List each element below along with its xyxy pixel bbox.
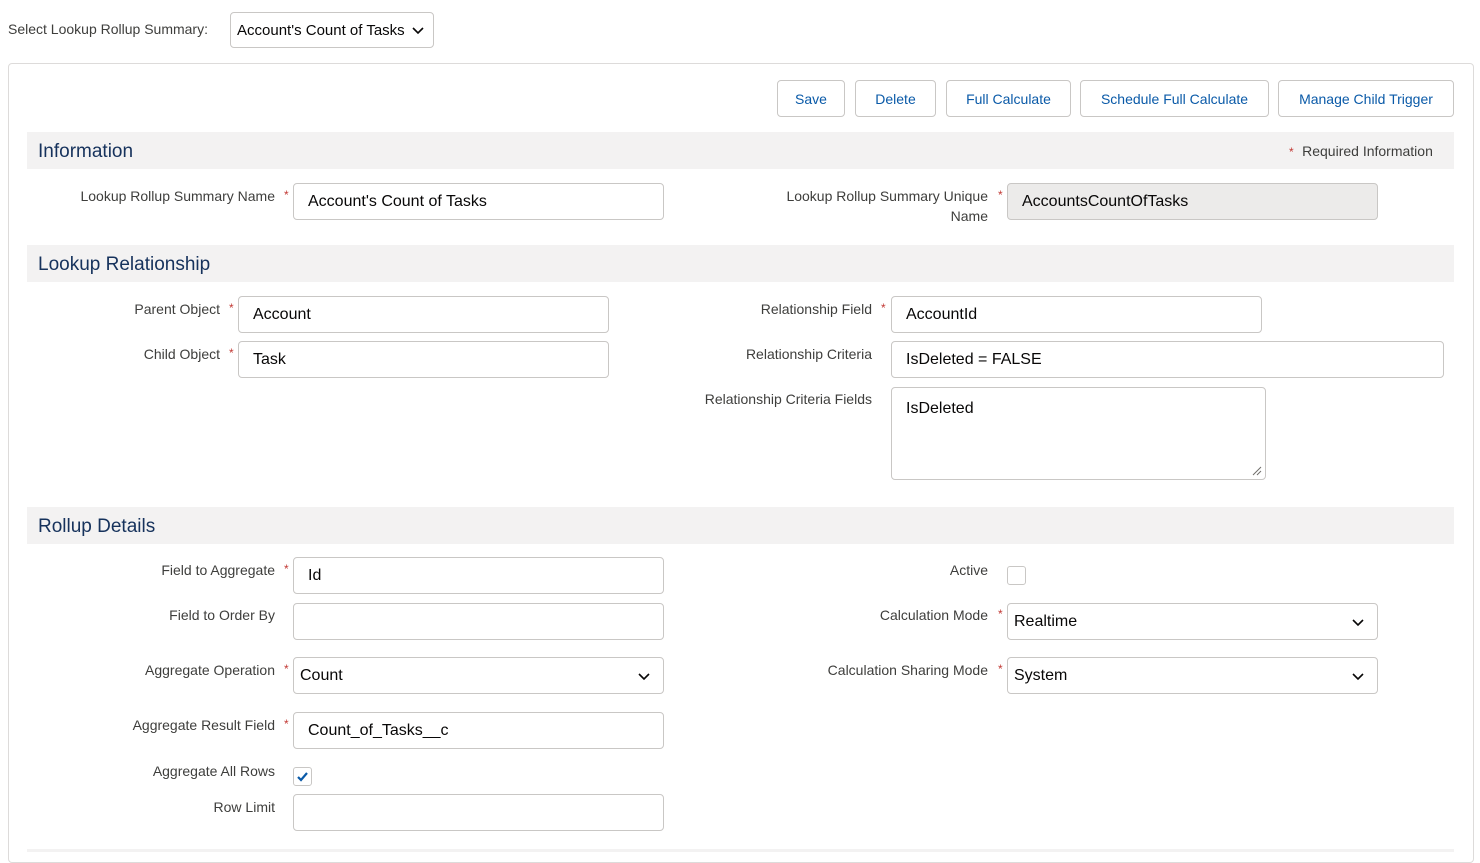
name-label: Lookup Rollup Summary Name xyxy=(80,188,275,204)
relationship-criteria-fields-label: Relationship Criteria Fields xyxy=(704,391,872,407)
relationship-field-label: Relationship Field xyxy=(760,301,872,317)
child-object-label: Child Object xyxy=(143,346,220,362)
save-button[interactable]: Save xyxy=(777,80,845,117)
aggregate-operation-value: Count xyxy=(300,666,343,684)
delete-button[interactable]: Delete xyxy=(855,80,936,117)
select-rollup-dropdown[interactable]: Account's Count of Tasks xyxy=(230,12,434,48)
required-star: * xyxy=(284,562,289,576)
calculation-sharing-mode-select[interactable]: System xyxy=(1007,657,1378,694)
rollup-details-section-title: Rollup Details xyxy=(38,516,156,537)
calculation-mode-label: Calculation Mode xyxy=(879,607,988,623)
unique-name-input: AccountsCountOfTasks xyxy=(1007,183,1378,220)
required-star: * xyxy=(284,188,289,202)
name-input[interactable]: Account's Count of Tasks xyxy=(293,183,664,220)
lookup-relationship-section-title: Lookup Relationship xyxy=(38,254,211,275)
information-section-title: Information xyxy=(38,141,134,162)
aggregate-operation-label: Aggregate Operation xyxy=(145,662,275,678)
active-checkbox[interactable] xyxy=(1007,566,1026,585)
parent-object-input[interactable]: Account xyxy=(238,296,609,333)
relationship-field-input[interactable]: AccountId xyxy=(891,296,1262,333)
lookup-relationship-section-header xyxy=(27,245,1454,282)
field-to-order-by-label: Field to Order By xyxy=(169,607,275,623)
chevron-down-icon xyxy=(1352,619,1364,627)
aggregate-result-field-input[interactable]: Count_of_Tasks__c xyxy=(293,712,664,749)
rollup-details-section-header xyxy=(27,507,1454,544)
required-info-legend: * Required Information xyxy=(1289,143,1433,161)
relationship-criteria-fields-value: IsDeleted xyxy=(906,400,974,417)
field-to-aggregate-input[interactable]: Id xyxy=(293,557,664,594)
field-to-aggregate-label: Field to Aggregate xyxy=(161,562,275,578)
required-star: * xyxy=(998,662,1003,676)
chevron-down-icon xyxy=(412,27,424,35)
required-info-text: Required Information xyxy=(1302,143,1433,159)
chevron-down-icon xyxy=(638,673,650,681)
relationship-criteria-label: Relationship Criteria xyxy=(745,346,872,362)
unique-name-label-line1: Lookup Rollup Summary Unique xyxy=(786,188,988,204)
active-label: Active xyxy=(949,562,988,578)
required-star: * xyxy=(1289,145,1294,159)
relationship-criteria-input[interactable]: IsDeleted = FALSE xyxy=(891,341,1444,378)
resize-handle-icon[interactable] xyxy=(1250,464,1262,476)
information-section-header xyxy=(27,132,1454,169)
field-to-order-by-input[interactable] xyxy=(293,603,664,640)
select-rollup-label: Select Lookup Rollup Summary: xyxy=(8,21,208,37)
aggregate-all-rows-checkbox[interactable] xyxy=(293,767,312,786)
aggregate-result-field-label: Aggregate Result Field xyxy=(132,717,275,733)
aggregate-all-rows-label: Aggregate All Rows xyxy=(152,763,275,779)
required-star: * xyxy=(284,717,289,731)
required-star: * xyxy=(998,188,1003,202)
schedule-full-calculate-button[interactable]: Schedule Full Calculate xyxy=(1080,80,1269,117)
required-star: * xyxy=(284,662,289,676)
chevron-down-icon xyxy=(1352,673,1364,681)
child-object-input[interactable]: Task xyxy=(238,341,609,378)
unique-name-label: Lookup Rollup Summary Unique Name xyxy=(700,186,988,226)
select-rollup-value: Account's Count of Tasks xyxy=(237,21,405,39)
calculation-sharing-mode-label: Calculation Sharing Mode xyxy=(827,662,988,678)
required-star: * xyxy=(998,607,1003,621)
calculation-mode-value: Realtime xyxy=(1014,612,1078,630)
required-star: * xyxy=(229,346,234,360)
required-star: * xyxy=(229,301,234,315)
row-limit-input[interactable] xyxy=(293,794,664,831)
row-limit-label: Row Limit xyxy=(213,799,275,815)
unique-name-label-line2: Name xyxy=(950,208,988,224)
calculation-sharing-mode-value: System xyxy=(1014,666,1068,684)
aggregate-operation-select[interactable]: Count xyxy=(293,657,664,694)
calculation-mode-select[interactable]: Realtime xyxy=(1007,603,1378,640)
full-calculate-button[interactable]: Full Calculate xyxy=(946,80,1071,117)
required-star: * xyxy=(881,301,886,315)
check-icon xyxy=(297,772,308,782)
relationship-criteria-fields-textarea[interactable]: IsDeleted xyxy=(891,387,1266,480)
manage-child-trigger-button[interactable]: Manage Child Trigger xyxy=(1278,80,1454,117)
parent-object-label: Parent Object xyxy=(134,301,220,317)
